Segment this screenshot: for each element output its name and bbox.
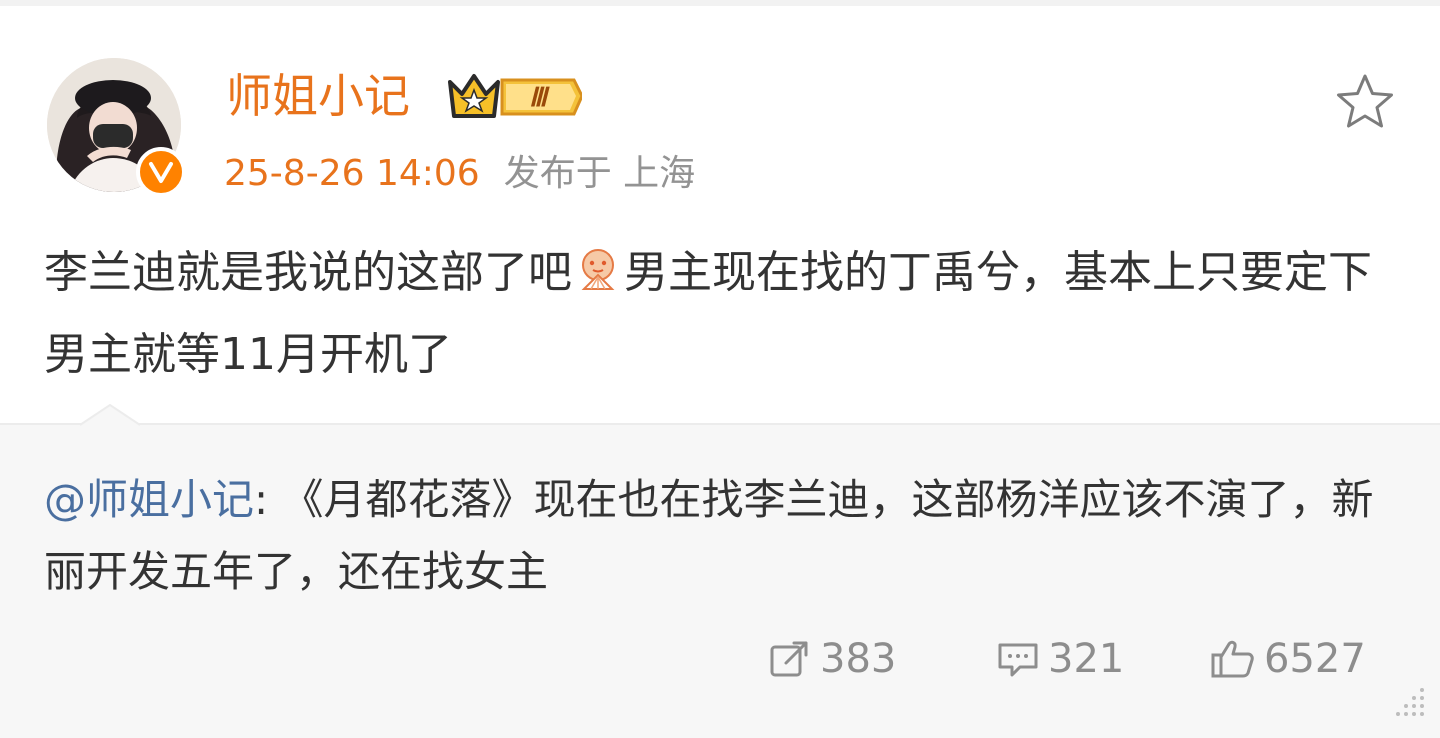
repost-text: @师姐小记: 《月都花落》现在也在找李兰迪，这部杨洋应该不演了，新丽开发五年了，… [44, 464, 1396, 608]
repost-mention[interactable]: @师姐小记 [44, 475, 254, 524]
post-meta: 25-8-26 14:06 发布于 上海 [224, 148, 695, 200]
comment-count: 321 [1048, 636, 1125, 682]
post-text-part1: 李兰迪就是我说的这部了吧 [44, 247, 572, 298]
repost-separator: : [254, 475, 269, 524]
post-text: 李兰迪就是我说的这部了吧 男主现在找的丁禹兮，基本上只要定下男主就等11月开机了 [44, 232, 1384, 396]
like-icon [1211, 640, 1254, 678]
level-badge: Ⅲ [529, 83, 550, 112]
resize-grip-icon[interactable] [1382, 682, 1430, 722]
comment-button[interactable]: 321 [996, 634, 1124, 684]
post-timestamp[interactable]: 25-8-26 14:06 [224, 153, 480, 194]
crown-icon[interactable]: Ⅲ [446, 68, 584, 124]
star-icon[interactable] [1334, 72, 1396, 132]
top-divider [0, 0, 1440, 6]
repost-button[interactable]: 383 [768, 634, 896, 684]
repost-notch [80, 404, 140, 426]
repost-count: 383 [820, 636, 897, 682]
author-name[interactable]: 师姐小记 [226, 62, 410, 130]
post-location: 发布于 上海 [503, 153, 696, 194]
like-button[interactable]: 6527 [1210, 634, 1366, 684]
verified-icon [136, 147, 186, 197]
comment-icon [998, 643, 1038, 677]
repost-icon [770, 641, 808, 677]
like-count: 6527 [1264, 636, 1366, 682]
fan-emoji-icon [581, 249, 615, 290]
